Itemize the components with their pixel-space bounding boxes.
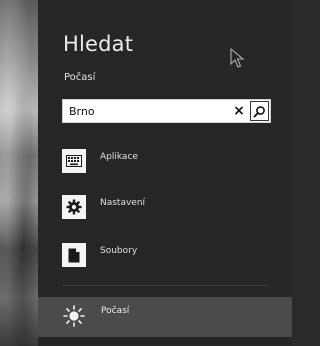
filter-settings[interactable]: Nastavení bbox=[62, 195, 262, 229]
screen: Hledat Počasí × bbox=[0, 0, 292, 346]
close-icon: × bbox=[233, 103, 245, 119]
suggestion-icon-box bbox=[62, 304, 86, 328]
desktop-background bbox=[0, 0, 38, 346]
search-button[interactable] bbox=[250, 101, 269, 121]
clear-button[interactable]: × bbox=[230, 102, 248, 120]
search-scope-label[interactable]: Počasí bbox=[64, 72, 95, 83]
filter-files-icon-box bbox=[62, 243, 86, 267]
divider bbox=[62, 285, 268, 286]
search-icon bbox=[253, 105, 265, 117]
mouse-cursor-icon bbox=[230, 48, 245, 68]
search-input[interactable] bbox=[69, 103, 219, 119]
search-box[interactable]: × bbox=[62, 99, 271, 123]
filter-apps-label: Aplikace bbox=[100, 152, 138, 162]
gear-icon bbox=[66, 199, 82, 215]
filter-apps-icon-box bbox=[62, 149, 86, 173]
search-charm-panel: Hledat Počasí × bbox=[38, 0, 292, 346]
suggestion-label: Počasí bbox=[101, 306, 130, 316]
filter-files-label: Soubory bbox=[100, 246, 138, 256]
charm-title: Hledat bbox=[63, 32, 134, 56]
filter-apps[interactable]: Aplikace bbox=[62, 149, 262, 183]
filter-settings-label: Nastavení bbox=[100, 198, 146, 208]
filter-files[interactable]: Soubory bbox=[62, 243, 262, 277]
filter-settings-icon-box bbox=[62, 195, 86, 219]
document-icon bbox=[68, 248, 80, 262]
sun-icon bbox=[63, 305, 85, 327]
keyboard-icon bbox=[66, 155, 82, 167]
app-suggestion-weather[interactable]: Počasí bbox=[38, 297, 292, 337]
